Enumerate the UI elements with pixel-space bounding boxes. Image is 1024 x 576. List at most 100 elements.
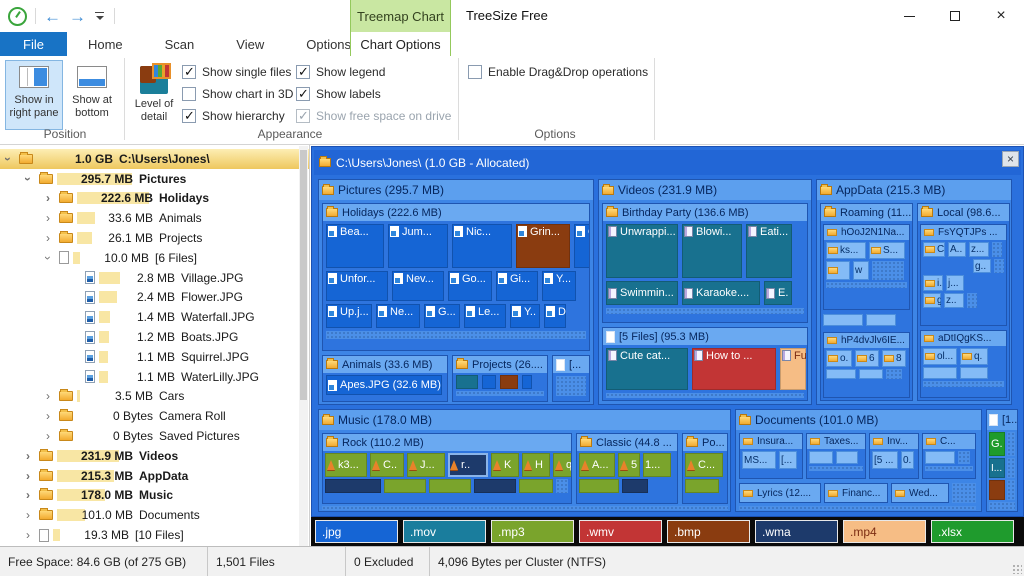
treemap-tile[interactable]: MS... (742, 451, 776, 469)
treemap-tile[interactable]: 6 (855, 350, 879, 367)
treemap-tile[interactable]: Gi... (496, 271, 538, 301)
tree-item[interactable]: 1.2 MB Boats.JPG (0, 327, 309, 347)
treemap-tile[interactable]: ks... (826, 242, 866, 259)
treemap-folder-header[interactable]: Local (98.6... (918, 204, 1009, 221)
treemap-tile[interactable] (826, 261, 850, 280)
treemap-tile[interactable]: 5 (618, 453, 640, 477)
treemap-folder-header[interactable]: hOoJ2N1Na... (824, 225, 909, 240)
treemap-tile[interactable]: Fu... (780, 348, 806, 390)
treemap-tile[interactable]: J... (407, 453, 445, 477)
treemap-tile[interactable]: Bea... (326, 224, 384, 268)
tab-scan[interactable]: Scan (144, 32, 216, 56)
treemap-sub-local[interactable]: Local (98.6... FsYQTJPs ... C A.. z... g… (917, 203, 1010, 401)
treemap-sub-5-files[interactable]: [5 Files] (95.3 MB) Cute cat... How to .… (602, 327, 808, 401)
treemap-tile[interactable]: q. (960, 348, 988, 365)
treemap-tile-unlabeled[interactable] (519, 479, 553, 493)
treemap-tile[interactable]: Go... (448, 271, 492, 301)
treemap-tile[interactable]: O... (574, 224, 589, 268)
show-at-bottom-button[interactable]: Show at bottom (64, 60, 120, 130)
treemap-sub-classic[interactable]: Classic (44.8 ... A... 5 1... (576, 433, 678, 504)
forward-arrow-icon[interactable]: → (69, 8, 86, 25)
treemap-sub-insurance[interactable]: Insura... MS... [... (739, 433, 803, 479)
treemap-tile[interactable]: Grin... (516, 224, 570, 268)
chevron-right-icon[interactable] (46, 191, 59, 205)
tree-item[interactable]: 1.1 MB Squirrel.JPG (0, 347, 309, 367)
chevron-down-icon[interactable] (6, 152, 19, 166)
treemap-tile-unlabeled[interactable] (522, 375, 532, 389)
chevron-right-icon[interactable] (46, 429, 59, 443)
chevron-right-icon[interactable] (26, 528, 39, 542)
treemap-files-header[interactable]: [5 Files] (95.3 MB) (603, 328, 807, 345)
treemap-tile[interactable]: 8 (882, 350, 906, 367)
customize-toolbar-icon[interactable] (94, 11, 106, 21)
tree-item[interactable]: 231.9 MB Videos (0, 446, 309, 466)
chart-close-icon[interactable]: × (1002, 151, 1019, 167)
tree-item[interactable]: 10.0 MB [6 Files] (0, 248, 309, 268)
treemap-tile[interactable]: Le... (464, 304, 506, 328)
treemap-folder-header[interactable]: Insura... (740, 434, 802, 449)
checkbox-show-labels[interactable]: Show labels (296, 86, 381, 102)
treemap-tile[interactable]: Eati... (746, 224, 792, 278)
treemap-tile[interactable]: I... (989, 458, 1005, 478)
treemap-tile[interactable]: Nic... (452, 224, 512, 268)
treemap-sub-folder[interactable]: hOoJ2N1Na... ks... S... w (823, 224, 910, 310)
treemap-tile-unlabeled[interactable] (836, 451, 858, 464)
treemap-folder-header[interactable]: Wed... (892, 484, 948, 502)
treemap-tile[interactable]: H (522, 453, 550, 477)
chevron-right-icon[interactable] (46, 389, 59, 403)
checkbox-show-single-files[interactable]: Show single files (182, 64, 291, 80)
checkbox-enable-dragdrop[interactable]: Enable Drag&Drop operations (468, 64, 648, 80)
treemap-tile[interactable]: z.. (944, 293, 964, 308)
treemap-tile-unlabeled[interactable] (826, 369, 856, 379)
treemap-tile[interactable]: Y.. (510, 304, 540, 328)
tree-item[interactable]: 215.3 MB AppData (0, 466, 309, 486)
treemap-section-documents[interactable]: Documents (101.0 MB) Insura... MS... [..… (735, 409, 982, 512)
tab-view[interactable]: View (215, 32, 285, 56)
tree-item[interactable]: 3.5 MB Cars (0, 387, 309, 407)
chevron-right-icon[interactable] (46, 231, 59, 245)
tree-item[interactable]: 0 Bytes Saved Pictures (0, 426, 309, 446)
treemap-files-header[interactable]: [1... (987, 410, 1017, 430)
tree-item[interactable]: 1.4 MB Waterfall.JPG (0, 307, 309, 327)
chevron-right-icon[interactable] (26, 469, 39, 483)
treemap-tile[interactable]: C (923, 242, 945, 257)
treemap-folder-header[interactable]: Classic (44.8 ... (577, 434, 677, 451)
treemap-section-files[interactable]: [1... G. I... (986, 409, 1018, 512)
tree-item[interactable]: 1.0 GB C:\Users\Jones\ (0, 149, 309, 169)
treemap-sub-lyrics[interactable]: Lyrics (12.... (739, 483, 821, 503)
treemap-tile[interactable]: How to ... (692, 348, 776, 390)
treemap-sub-pop[interactable]: Po... C... (682, 433, 728, 504)
treemap-tile[interactable]: o. (826, 350, 852, 367)
treemap-tile[interactable]: Unwrappi... (606, 224, 678, 278)
treemap-tile[interactable]: E. (764, 281, 792, 305)
tab-chart-options[interactable]: Chart Options (350, 32, 451, 56)
treemap-tile-unlabeled[interactable] (809, 451, 833, 464)
treemap-tile[interactable]: Nev... (392, 271, 444, 301)
treemap-sub-folder[interactable]: hP4dvJlv6IE... o. 6 8 (823, 332, 910, 398)
treemap-sub-files[interactable]: [... (552, 355, 590, 402)
tree-item[interactable]: 1.1 MB WaterLilly.JPG (0, 367, 309, 387)
treemap-tile-unlabeled[interactable] (456, 375, 478, 389)
treemap-sub-wedding[interactable]: Wed... (891, 483, 949, 503)
chevron-right-icon[interactable] (26, 488, 39, 502)
treemap-tile[interactable]: C... (685, 453, 723, 477)
treemap-sub-taxes[interactable]: Taxes... (806, 433, 866, 479)
resize-grip[interactable] (1012, 564, 1022, 574)
treemap-tile[interactable]: Unfor... (326, 271, 388, 301)
treemap-tile-selected[interactable]: r.. (448, 453, 488, 477)
treemap-tile[interactable]: Ne... (376, 304, 420, 328)
tree-item[interactable]: 178.0 MB Music (0, 486, 309, 506)
treemap-sub-rock[interactable]: Rock (110.2 MB) k3... C.. J... r.. K H q (322, 433, 572, 504)
treemap-sub-animals[interactable]: Animals (33.6 MB) Apes.JPG (32.6 MB) (322, 355, 448, 402)
treemap-folder-header[interactable]: Taxes... (807, 434, 865, 449)
treemap-section-videos[interactable]: Videos (231.9 MB) Birthday Party (136.6 … (598, 179, 812, 405)
treemap-tile-unlabeled[interactable] (989, 480, 1005, 500)
treemap-tile[interactable]: 0. (901, 451, 914, 469)
treemap-root-header[interactable]: C:\Users\Jones\ (1.0 GB - Allocated) (314, 150, 1021, 175)
scrollbar-thumb[interactable] (300, 150, 307, 400)
treemap-tile[interactable]: g (923, 293, 941, 308)
chevron-right-icon[interactable] (46, 211, 59, 225)
treemap-sub-folder[interactable]: C... (922, 433, 976, 479)
chevron-down-icon[interactable] (46, 251, 59, 265)
treemap-folder-header[interactable]: Videos (231.9 MB) (599, 180, 811, 200)
